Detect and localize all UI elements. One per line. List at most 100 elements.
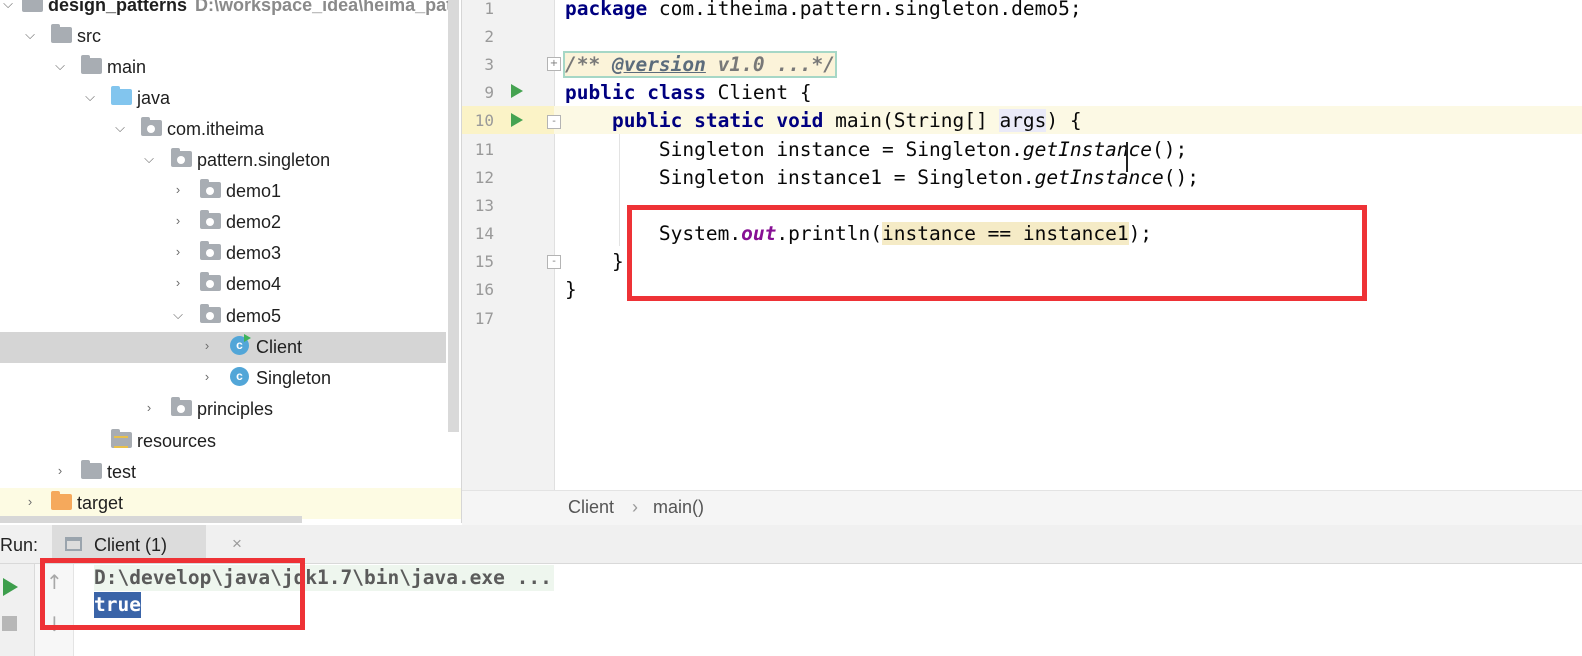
chevron-down-icon[interactable]: ⌵ [112,118,128,138]
chevron-right-icon[interactable]: › [170,211,186,231]
tree-item-test[interactable]: › test [0,457,446,488]
chevron-down-icon[interactable]: ⌵ [52,56,68,76]
tree-item-com-itheima[interactable]: ⌵ com.itheima [0,114,446,145]
line-number: 12 [474,168,494,187]
tree-item-demo1[interactable]: › demo1 [0,176,446,207]
line-number: 13 [474,196,494,215]
tree-item-target[interactable]: › target [0,488,461,519]
breadcrumb-item-method[interactable]: main() [653,497,704,518]
chevron-right-icon[interactable]: › [52,461,68,481]
chevron-right-icon[interactable]: › [199,336,215,356]
code-text: (); [1152,138,1188,161]
package-icon [200,272,221,292]
console-icon [65,537,82,551]
code-line-9: public class Client { [565,79,812,107]
tree-item-label: Client [256,337,303,357]
chevron-right-icon[interactable]: › [141,398,157,418]
text-cursor [1126,142,1128,172]
source-root-folder-icon [111,86,132,106]
chevron-right-icon[interactable]: › [22,492,38,512]
tree-item-singleton[interactable]: › c Singleton [0,363,446,394]
code-line-3[interactable]: /** @version v1.0 ...*/ [562,51,838,79]
line-number: 16 [474,280,494,299]
line-number: 2 [484,27,494,46]
package-icon [141,117,162,137]
chevron-right-icon[interactable]: › [170,273,186,293]
tree-item-pattern-singleton[interactable]: ⌵ pattern.singleton [0,145,446,176]
code-text: } [611,250,624,273]
code-line-12: Singleton instance1 = Singleton.getInsta… [565,164,1199,192]
annotation-box-console [40,558,305,630]
chevron-down-icon[interactable]: ⌵ [0,0,16,14]
tree-item-design-patterns[interactable]: ⌵ design_patterns D:\workspace_idea\heima… [0,0,458,21]
code-text: } [565,278,577,301]
chevron-down-icon[interactable]: ⌵ [170,305,186,325]
fold-end-icon[interactable]: - [547,255,561,269]
tree-item-label: pattern.singleton [197,150,331,170]
tree-item-main[interactable]: ⌵ main [0,52,446,83]
tree-item-demo5[interactable]: ⌵ demo5 [0,301,446,332]
tree-item-src[interactable]: ⌵ src [0,21,446,52]
tree-vertical-scrollbar[interactable] [448,0,459,432]
run-main-icon[interactable] [511,113,523,127]
code-text: Singleton instance = Singleton. [658,138,1023,161]
close-icon[interactable]: × [232,534,242,554]
code-text: main(String[] [823,109,1000,132]
keyword: class [647,81,706,104]
run-tab-label: Client (1) [94,535,168,555]
tree-horizontal-scrollbar[interactable] [0,516,302,523]
package-icon [200,210,221,230]
chevron-right-icon[interactable]: › [199,367,215,387]
keyword: void [776,109,824,132]
tree-item-path: D:\workspace_idea\heima_patt [195,0,459,15]
chevron-right-icon[interactable]: › [170,180,186,200]
line-number: 1 [484,0,494,18]
doc-tag: @version [611,53,706,76]
code-text: Singleton instance1 = Singleton. [658,166,1035,189]
breadcrumb-item-class[interactable]: Client [568,497,614,518]
rerun-icon[interactable] [3,578,18,596]
package-icon [200,241,221,261]
tree-item-demo4[interactable]: › demo4 [0,269,446,300]
chevron-down-icon[interactable]: ⌵ [141,149,157,169]
folder-icon [81,55,102,75]
tree-item-label: demo1 [226,181,282,201]
tree-item-label: design_patterns [48,0,188,15]
tree-item-resources[interactable]: resources [0,426,446,457]
tree-item-label: src [77,26,101,46]
package-icon [171,148,192,168]
package-icon [171,397,192,417]
folder-icon [81,460,102,480]
code-line-11: Singleton instance = Singleton.getInstan… [565,136,1187,164]
tree-item-demo2[interactable]: › demo2 [0,207,446,238]
chevron-down-icon[interactable]: ⌵ [82,87,98,107]
breadcrumb: Client › main() [462,490,1582,526]
resources-folder-icon [111,429,132,449]
stop-icon[interactable] [2,616,17,631]
fold-expand-icon[interactable]: + [547,57,561,71]
code-text: ) { [1046,109,1082,132]
tree-item-principles[interactable]: › principles [0,394,446,425]
tree-item-client[interactable]: › c Client [0,332,446,363]
tree-item-label: test [107,462,137,482]
unused-parameter: args [999,109,1047,132]
tree-item-label: demo2 [226,212,282,232]
line-number: 11 [474,140,494,159]
tree-item-label: principles [197,399,274,419]
tree-item-java[interactable]: ⌵ java [0,83,446,114]
chevron-right-icon[interactable]: › [170,242,186,262]
line-number: 15 [474,252,494,271]
tree-item-demo3[interactable]: › demo3 [0,238,446,269]
folded-doc-comment[interactable]: /** @version v1.0 ...*/ [562,51,838,78]
code-text: Client { [705,81,812,104]
run-class-icon[interactable] [511,84,523,98]
code-line-15: } [565,248,624,276]
tree-item-label: target [77,493,124,513]
chevron-down-icon[interactable]: ⌵ [22,25,38,45]
static-call: getInstance [1022,138,1153,161]
excluded-folder-icon [51,491,72,511]
line-number: 17 [474,309,494,328]
fold-collapse-icon[interactable]: - [547,115,561,129]
tree-item-label: demo4 [226,274,282,294]
tree-item-label: resources [137,431,217,451]
